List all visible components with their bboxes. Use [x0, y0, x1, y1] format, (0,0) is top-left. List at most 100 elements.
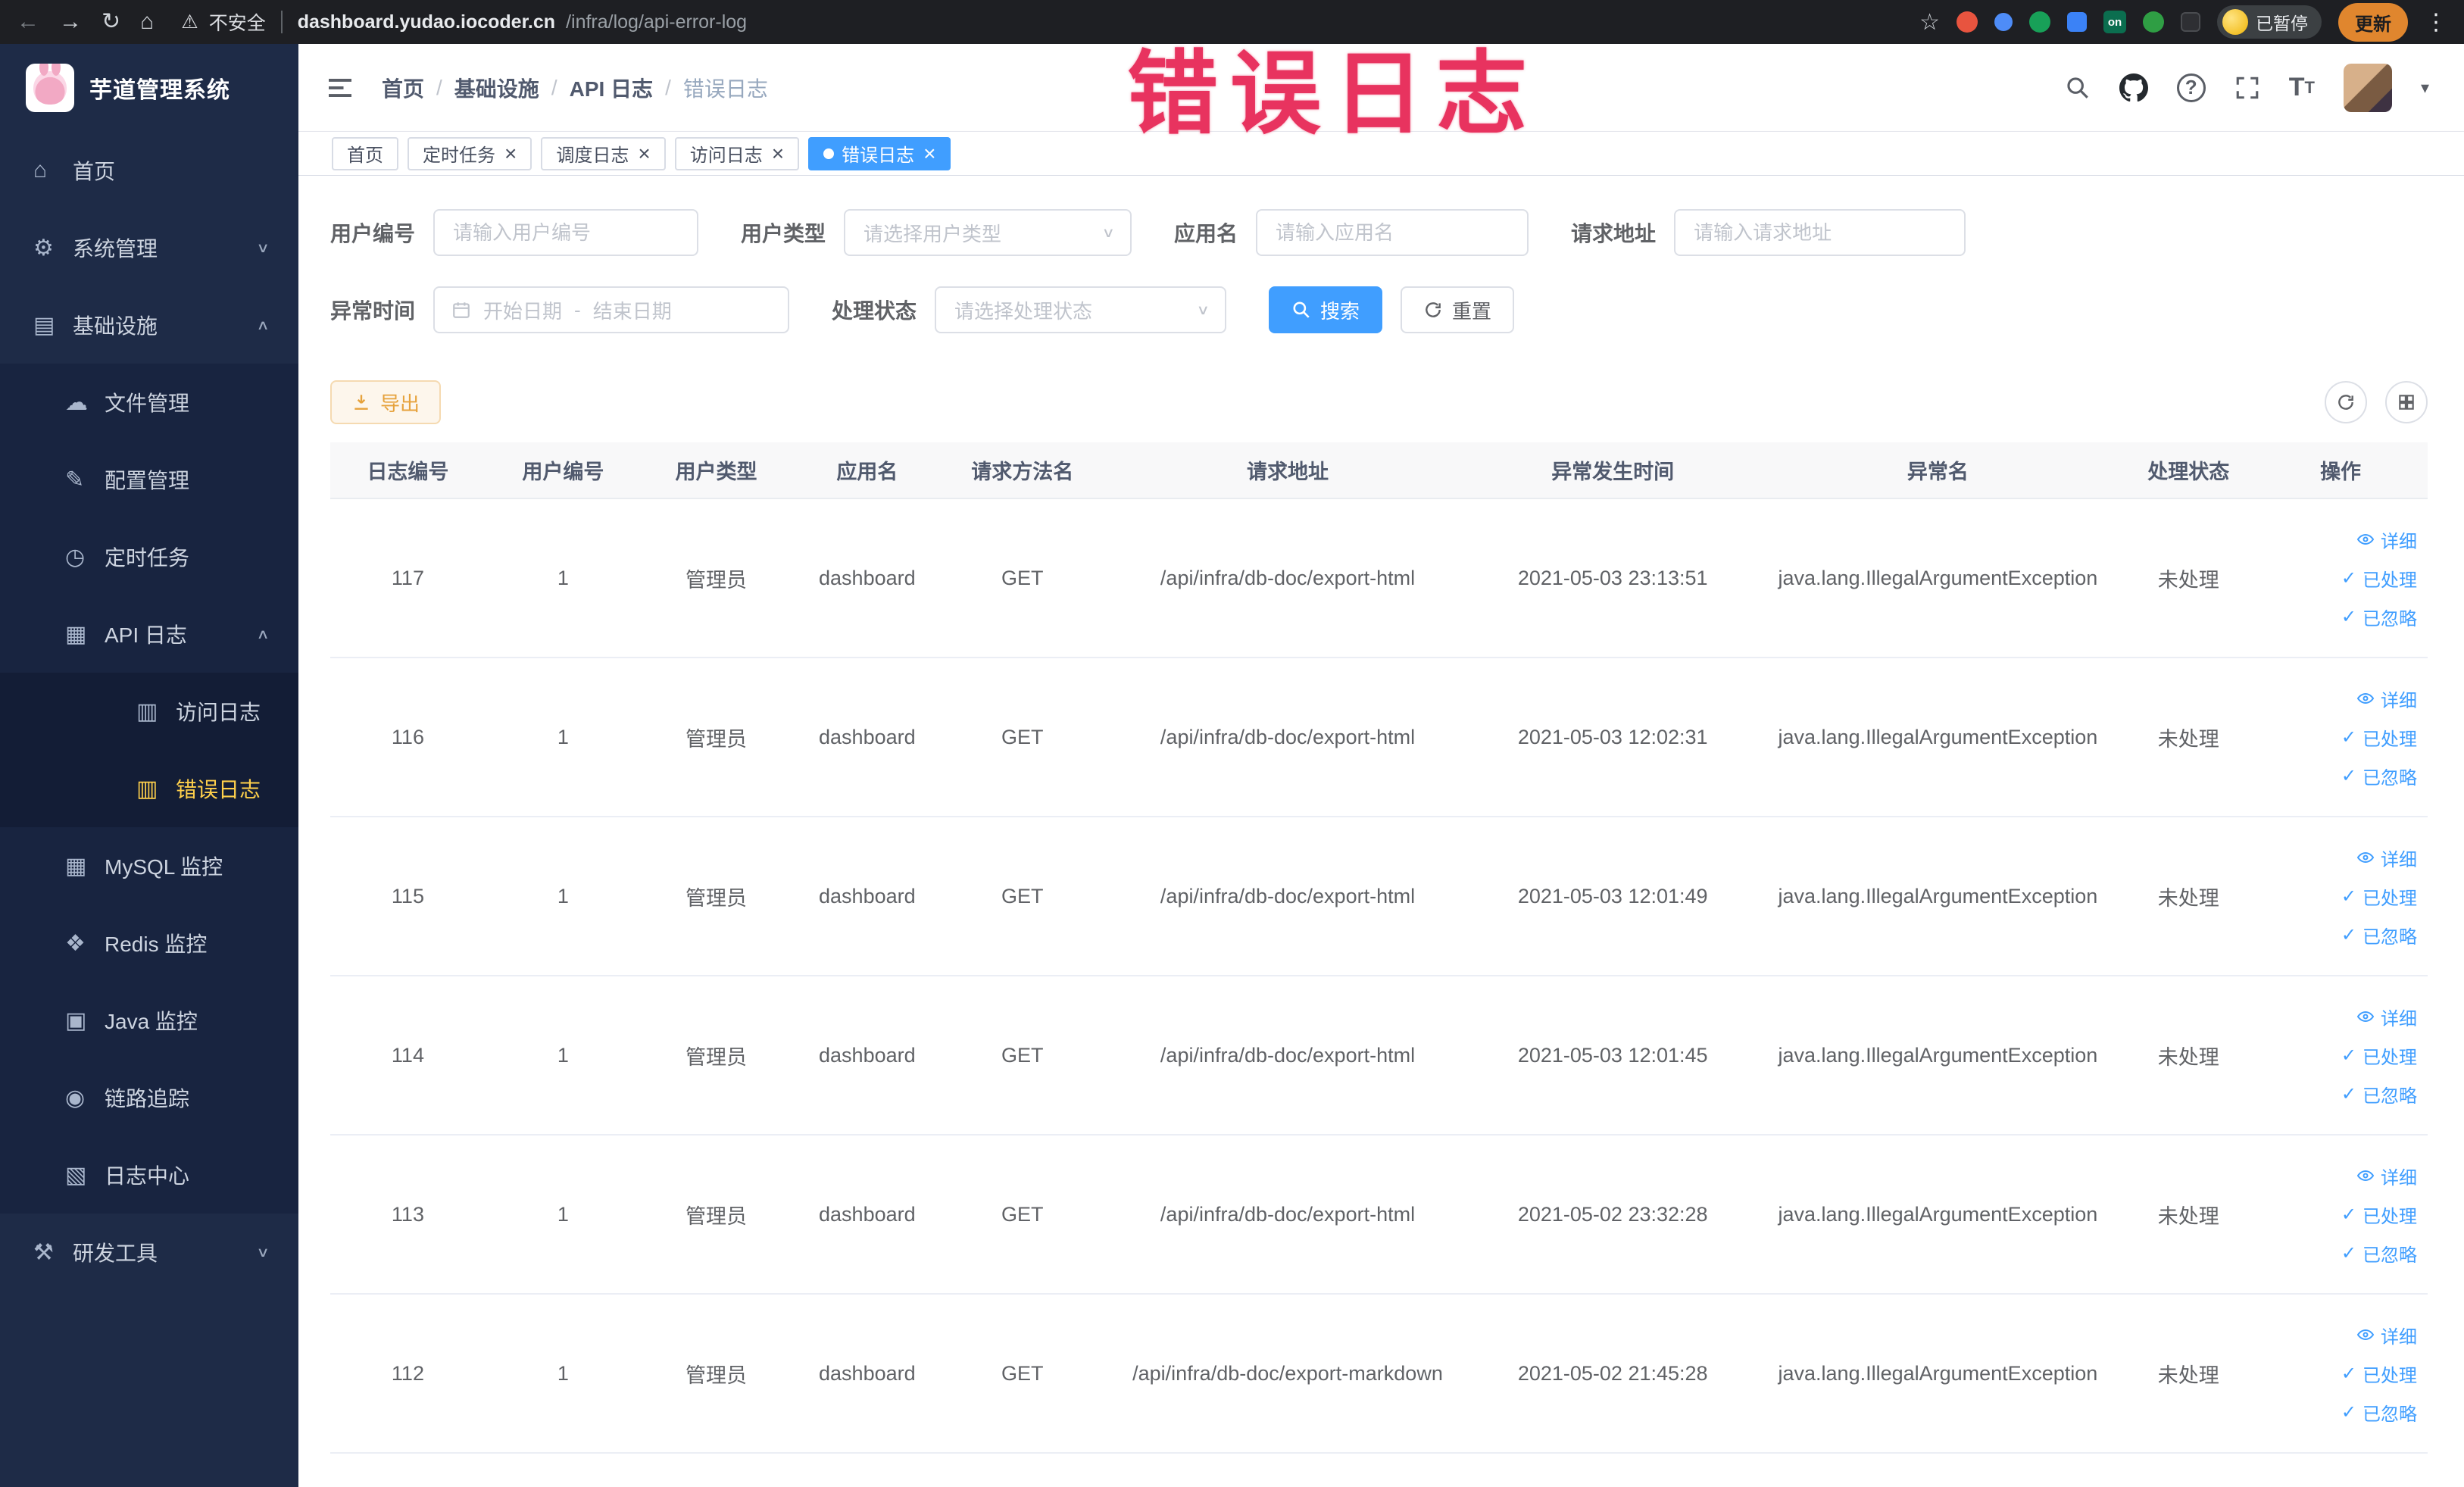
reload-icon[interactable]: ↻: [101, 11, 120, 33]
cell-method: GET: [942, 1135, 1102, 1295]
processed-link[interactable]: ✓ 已处理: [2341, 1201, 2417, 1228]
detail-link[interactable]: 详细: [2356, 686, 2417, 712]
address-divider: [280, 11, 283, 33]
sidebar-item-trace[interactable]: ◉ 链路追踪: [0, 1059, 298, 1136]
close-icon[interactable]: ×: [772, 142, 784, 164]
sidebar-item-error-log[interactable]: ▥ 错误日志: [0, 750, 298, 827]
sidebar-item-file[interactable]: ☁ 文件管理: [0, 364, 298, 441]
user-type-select[interactable]: 请选择用户类型 ∨: [844, 209, 1132, 256]
close-icon[interactable]: ×: [638, 142, 650, 164]
detail-link[interactable]: 详细: [2356, 845, 2417, 871]
profile-chip[interactable]: 已暂停: [2217, 5, 2322, 39]
redis-icon: ❖: [65, 930, 86, 956]
github-icon[interactable]: [2119, 73, 2148, 102]
tab-job-log[interactable]: 调度日志 ×: [541, 136, 666, 170]
cell-status: 未处理: [2123, 1294, 2254, 1454]
sidebar-item-java[interactable]: ▣ Java 监控: [0, 982, 298, 1059]
detail-link[interactable]: 详细: [2356, 1163, 2417, 1189]
extension-icon-6[interactable]: [2143, 11, 2164, 33]
menu-kebab-icon[interactable]: ⋮: [2425, 9, 2447, 36]
processed-link[interactable]: ✓ 已处理: [2341, 1360, 2417, 1387]
detail-link[interactable]: 详细: [2356, 526, 2417, 553]
detail-link[interactable]: 详细: [2356, 1322, 2417, 1348]
close-icon[interactable]: ×: [504, 142, 517, 164]
security-label: 不安全: [208, 13, 266, 34]
sidebar-item-config[interactable]: ✎ 配置管理: [0, 441, 298, 518]
search-icon[interactable]: [2065, 75, 2091, 101]
help-icon[interactable]: ?: [2176, 73, 2206, 102]
ignored-link[interactable]: ✓ 已忽略: [2341, 1240, 2417, 1267]
sidebar-item-redis[interactable]: ❖ Redis 监控: [0, 904, 298, 982]
column-settings-button[interactable]: [2385, 381, 2428, 423]
ignored-link[interactable]: ✓ 已忽略: [2341, 604, 2417, 630]
detail-link[interactable]: 详细: [2356, 1004, 2417, 1030]
sidebar-item-label: 首页: [73, 160, 116, 183]
tab-error-log[interactable]: 错误日志 ×: [808, 136, 951, 170]
ignored-link[interactable]: ✓ 已忽略: [2341, 1081, 2417, 1107]
search-button[interactable]: 搜索: [1269, 286, 1383, 333]
actions-cell: 详细 ✓ 已处理 ✓ 已忽略: [2253, 658, 2428, 817]
sidebar-item-home[interactable]: ⌂ 首页: [0, 132, 298, 209]
processed-link[interactable]: ✓ 已处理: [2341, 1042, 2417, 1069]
cell-user-id: 1: [485, 658, 641, 817]
back-icon[interactable]: ←: [17, 11, 39, 33]
tab-home[interactable]: 首页: [332, 136, 398, 170]
fullscreen-icon[interactable]: [2234, 75, 2260, 101]
sidebar-item-system[interactable]: ⚙ 系统管理 ∨: [0, 209, 298, 286]
reset-button[interactable]: 重置: [1401, 286, 1515, 333]
exception-time-range[interactable]: 开始日期 - 结束日期: [433, 286, 790, 333]
tab-access-log[interactable]: 访问日志 ×: [674, 136, 800, 170]
breadcrumb-separator: /: [436, 75, 442, 99]
request-url-input[interactable]: [1674, 209, 1966, 256]
extension-icon-3[interactable]: [2029, 11, 2050, 33]
sidebar-item-log-center[interactable]: ▧ 日志中心: [0, 1136, 298, 1214]
user-id-input[interactable]: [433, 209, 699, 256]
avatar[interactable]: [2343, 63, 2392, 112]
sidebar-item-access-log[interactable]: ▥ 访问日志: [0, 673, 298, 750]
font-size-icon[interactable]: TT: [2289, 73, 2315, 102]
start-date-placeholder: 开始日期: [483, 299, 563, 323]
process-status-select[interactable]: 请选择处理状态 ∨: [935, 286, 1227, 333]
ignored-link[interactable]: ✓ 已忽略: [2341, 763, 2417, 789]
breadcrumb-item[interactable]: 基础设施: [454, 73, 539, 103]
ignored-link[interactable]: ✓ 已忽略: [2341, 1399, 2417, 1426]
processed-link[interactable]: ✓ 已处理: [2341, 724, 2417, 751]
app-name-input[interactable]: [1256, 209, 1529, 256]
export-button[interactable]: 导出: [330, 380, 442, 424]
grid-icon: [2399, 395, 2414, 410]
filter-label-request-url: 请求地址: [1571, 222, 1657, 245]
cell-request-url: /api/infra/db-doc/export-html: [1101, 498, 1474, 658]
cell-app-name: dashboard: [792, 1294, 943, 1454]
forward-icon[interactable]: →: [59, 11, 82, 33]
bookmark-star-icon[interactable]: ☆: [1919, 9, 1940, 36]
extension-icon-4[interactable]: [2067, 12, 2087, 32]
breadcrumb-item[interactable]: API 日志: [570, 73, 653, 103]
extension-icon-1[interactable]: [1957, 11, 1978, 33]
breadcrumb-item[interactable]: 首页: [382, 73, 424, 103]
extension-icon-7[interactable]: [2181, 12, 2200, 32]
sidebar-item-job[interactable]: ◷ 定时任务: [0, 518, 298, 595]
extension-icon-5[interactable]: on: [2103, 11, 2126, 33]
browser-actions: ☆ on 已暂停 更新 ⋮: [1919, 2, 2447, 42]
cell-exception-name: java.lang.IllegalArgumentException: [1752, 1294, 2124, 1454]
tab-job[interactable]: 定时任务 ×: [408, 136, 532, 170]
api-log-icon: ▦: [65, 621, 87, 647]
page-content: 用户编号 用户类型 请选择用户类型 ∨ 应用名: [298, 176, 2464, 1487]
sidebar-item-infra[interactable]: ▤ 基础设施 ∧: [0, 286, 298, 364]
chevron-down-icon[interactable]: ▾: [2421, 78, 2429, 98]
refresh-button[interactable]: [2325, 381, 2367, 423]
extension-icon-2[interactable]: [1994, 13, 2013, 31]
ignored-link[interactable]: ✓ 已忽略: [2341, 922, 2417, 948]
sidebar-item-mysql[interactable]: ▦ MySQL 监控: [0, 827, 298, 904]
close-icon[interactable]: ×: [923, 142, 935, 164]
processed-link[interactable]: ✓ 已处理: [2341, 565, 2417, 592]
sidebar-item-api-log[interactable]: ▦ API 日志 ∧: [0, 595, 298, 673]
hamburger-icon[interactable]: [329, 74, 356, 102]
sidebar-item-devtools[interactable]: ⚒ 研发工具 ∨: [0, 1214, 298, 1291]
address-bar[interactable]: ⚠ 不安全 dashboard.yudao.iocoder.cn/infra/l…: [181, 8, 747, 36]
search-button-label: 搜索: [1320, 299, 1360, 323]
processed-link[interactable]: ✓ 已处理: [2341, 883, 2417, 910]
update-button[interactable]: 更新: [2338, 2, 2408, 42]
app-logo[interactable]: 芋道管理系统: [0, 44, 298, 132]
home-nav-icon[interactable]: ⌂: [140, 11, 154, 33]
